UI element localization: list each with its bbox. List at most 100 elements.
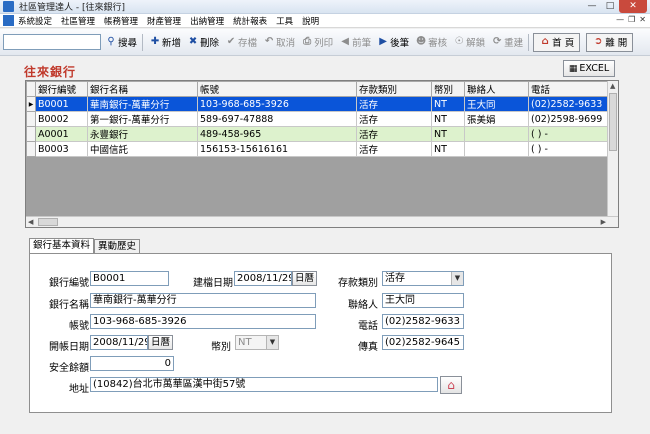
table-cell[interactable]: 589-697-47888 <box>197 111 357 127</box>
table-cell[interactable]: NT <box>431 141 465 157</box>
maximize-icon[interactable]: □ <box>601 0 619 13</box>
horizontal-scrollbar[interactable]: ◀ ▶ <box>26 216 618 227</box>
menu-assets[interactable]: 財產管理 <box>147 15 181 27</box>
next-record-button[interactable]: ▶ 後筆 <box>375 33 411 51</box>
table-cell[interactable]: ( ) - <box>528 141 611 157</box>
table-cell[interactable]: B0002 <box>35 111 88 127</box>
menu-system-settings[interactable]: 系統設定 <box>18 15 52 27</box>
table-cell[interactable]: 張美娟 <box>464 111 529 127</box>
search-button[interactable]: ⚲ 搜尋 <box>103 33 139 51</box>
menu-community[interactable]: 社區管理 <box>61 15 95 27</box>
table-cell[interactable] <box>464 141 529 157</box>
tab-history[interactable]: 異動歷史 <box>94 239 141 253</box>
home-button[interactable]: ⌂ 首 頁 <box>533 32 581 52</box>
table-cell[interactable] <box>464 126 529 142</box>
table-cell[interactable]: B0003 <box>35 141 88 157</box>
row-header[interactable] <box>26 141 36 157</box>
row-header[interactable] <box>26 111 36 127</box>
menu-cashier[interactable]: 出納管理 <box>190 15 224 27</box>
bank-name-field[interactable]: 華南銀行-萬華分行 <box>90 293 316 308</box>
table-cell[interactable]: 王大同 <box>464 96 529 112</box>
created-date-field[interactable]: 2008/11/29 <box>234 271 292 286</box>
table-cell[interactable]: (02)2582-9633 <box>528 96 611 112</box>
menu-reports[interactable]: 統計報表 <box>233 15 267 27</box>
save-button[interactable]: ✔ 存檔 <box>223 33 259 51</box>
bank-id-field[interactable]: B0001 <box>90 271 169 286</box>
created-calendar-button[interactable]: 日曆 <box>292 271 318 286</box>
column-header-bank-id[interactable]: 銀行編號 <box>35 81 88 97</box>
address-lookup-button[interactable]: ⌂ <box>440 376 462 394</box>
table-cell[interactable]: 華南銀行-萬華分行 <box>87 96 198 112</box>
review-button[interactable]: ☻ 審核 <box>413 33 449 51</box>
scroll-left-icon[interactable]: ◀ <box>28 218 33 226</box>
unlock-button[interactable]: ☉ 解鎖 <box>451 33 487 51</box>
column-header-deposit-type[interactable]: 存款類別 <box>356 81 432 97</box>
horizontal-scroll-thumb[interactable] <box>38 218 58 226</box>
mdi-minimize-icon[interactable]: — <box>616 15 624 24</box>
delete-button[interactable]: ✖ 刪除 <box>185 33 221 51</box>
tab-basic-info[interactable]: 銀行基本資料 <box>29 238 95 253</box>
prev-record-button[interactable]: ◀ 前筆 <box>337 33 373 51</box>
table-cell[interactable]: NT <box>431 96 465 112</box>
table-cell[interactable]: 156153-15616161 <box>197 141 357 157</box>
column-header-phone[interactable]: 電話 <box>528 81 611 97</box>
scroll-right-icon[interactable]: ▶ <box>601 218 606 226</box>
table-cell[interactable]: 中國信託 <box>87 141 198 157</box>
table-row[interactable]: ▶ B0001 華南銀行-萬華分行 103-968-685-3926 活存 NT 王大同 (0… <box>26 96 611 112</box>
table-cell[interactable]: 活存 <box>356 141 432 157</box>
exit-label: 離 開 <box>605 38 628 49</box>
phone-field[interactable]: (02)2582-9633 <box>382 314 464 329</box>
column-header-account[interactable]: 帳號 <box>197 81 357 97</box>
currency-select[interactable]: NT ▼ <box>235 335 279 350</box>
column-header-currency[interactable]: 幣別 <box>431 81 465 97</box>
print-button[interactable]: ⎙ 列印 <box>299 33 335 51</box>
open-date-calendar-button[interactable]: 日曆 <box>148 335 174 350</box>
table-cell[interactable]: 永豐銀行 <box>87 126 198 142</box>
close-icon[interactable]: ✕ <box>619 0 647 13</box>
deposit-type-select[interactable]: 活存 ▼ <box>382 271 464 286</box>
menu-help[interactable]: 說明 <box>302 15 319 27</box>
mdi-restore-icon[interactable]: ❐ <box>628 15 635 24</box>
table-cell[interactable]: NT <box>431 111 465 127</box>
table-row[interactable]: A0001 永豐銀行 489-458-965 活存 NT ( ) - <box>26 126 611 142</box>
table-cell[interactable]: 活存 <box>356 96 432 112</box>
account-field[interactable]: 103-968-685-3926 <box>90 314 316 329</box>
scroll-up-icon[interactable]: ▲ <box>610 82 615 90</box>
chevron-down-icon[interactable]: ▼ <box>451 272 463 285</box>
add-button[interactable]: ✚ 新增 <box>147 33 183 51</box>
table-cell[interactable]: A0001 <box>35 126 88 142</box>
vertical-scrollbar[interactable]: ▲ <box>607 81 618 217</box>
contact-field[interactable]: 王大同 <box>382 293 464 308</box>
unlock-icon: ☉ <box>454 36 464 47</box>
cancel-button[interactable]: ↶ 取消 <box>261 33 297 51</box>
rebuild-button[interactable]: ⟳ 重建 <box>489 33 525 51</box>
table-cell[interactable]: NT <box>431 126 465 142</box>
mdi-close-icon[interactable]: ✕ <box>639 15 646 24</box>
menu-tools[interactable]: 工具 <box>276 15 293 27</box>
column-header-contact[interactable]: 聯絡人 <box>464 81 529 97</box>
table-cell[interactable]: 489-458-965 <box>197 126 357 142</box>
minimize-icon[interactable]: — <box>583 0 601 13</box>
table-cell[interactable]: B0001 <box>35 96 88 112</box>
table-cell[interactable]: 103-968-685-3926 <box>197 96 357 112</box>
table-cell[interactable]: (02)2598-9699 <box>528 111 611 127</box>
fax-field[interactable]: (02)2582-9645 <box>382 335 464 350</box>
open-date-field[interactable]: 2008/11/29 <box>90 335 148 350</box>
safety-balance-field[interactable]: 0 <box>90 356 174 371</box>
table-cell[interactable]: 第一銀行-萬華分行 <box>87 111 198 127</box>
export-excel-button[interactable]: ▦ EXCEL <box>563 60 615 77</box>
table-row[interactable]: B0002 第一銀行-萬華分行 589-697-47888 活存 NT 張美娟 (02)25… <box>26 111 611 127</box>
search-input[interactable] <box>3 34 101 50</box>
chevron-down-icon[interactable]: ▼ <box>266 336 278 349</box>
table-cell[interactable]: 活存 <box>356 126 432 142</box>
table-row[interactable]: B0003 中國信託 156153-15616161 活存 NT ( ) - <box>26 141 611 157</box>
row-header[interactable]: ▶ <box>26 96 36 112</box>
table-cell[interactable]: 活存 <box>356 111 432 127</box>
vertical-scroll-thumb[interactable] <box>609 93 617 151</box>
column-header-bank-name[interactable]: 銀行名稱 <box>87 81 198 97</box>
table-cell[interactable]: ( ) - <box>528 126 611 142</box>
exit-button[interactable]: ➲ 離 開 <box>586 32 634 52</box>
menu-accounts[interactable]: 帳務管理 <box>104 15 138 27</box>
row-header[interactable] <box>26 126 36 142</box>
address-field[interactable]: (10842)台北市萬華區漢中街57號 <box>90 377 438 392</box>
